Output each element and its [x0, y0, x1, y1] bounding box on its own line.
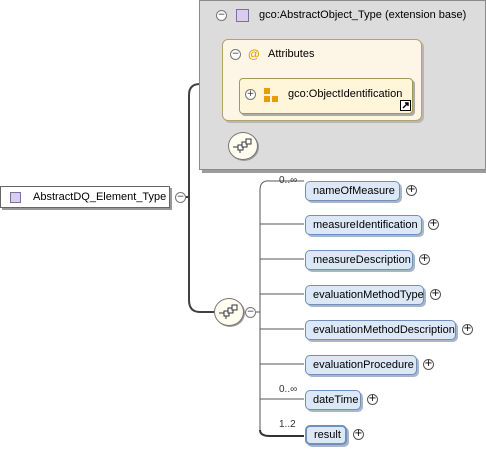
- root-type-label: AbstractDQ_Element_Type: [33, 191, 167, 203]
- link-arrow-icon[interactable]: [400, 100, 411, 111]
- expand-nameOfMeasure-toggle[interactable]: +: [406, 185, 417, 196]
- expand-measureIdentification-toggle[interactable]: +: [428, 219, 439, 230]
- element-measureDescription[interactable]: measureDescription: [305, 250, 413, 270]
- complex-type-icon: [236, 9, 249, 22]
- element-nameOfMeasure[interactable]: nameOfMeasure: [305, 181, 400, 201]
- root-type-node[interactable]: AbstractDQ_Element_Type: [0, 186, 170, 208]
- complex-type-icon: [10, 192, 21, 203]
- element-evaluationMethodType[interactable]: evaluationMethodType: [305, 285, 424, 305]
- attribute-group-expand-toggle[interactable]: +: [245, 89, 256, 100]
- element-result[interactable]: result: [305, 425, 347, 445]
- extension-base-title: gco:AbstractObject_Type (extension base): [259, 9, 467, 21]
- attribute-group-label: gco:ObjectIdentification: [288, 88, 403, 100]
- expand-result-toggle[interactable]: +: [353, 429, 364, 440]
- sequence-compositor-icon[interactable]: [228, 132, 258, 160]
- expand-measureDescription-toggle[interactable]: +: [419, 254, 430, 265]
- attribute-at-icon: @: [248, 47, 260, 61]
- cardinality-label: 1..2: [279, 419, 296, 430]
- extension-collapse-toggle[interactable]: −: [216, 10, 227, 21]
- expand-evaluationMethodDescription-toggle[interactable]: +: [462, 324, 473, 335]
- element-dateTime[interactable]: dateTime: [305, 390, 361, 410]
- expand-evaluationMethodType-toggle[interactable]: +: [430, 289, 441, 300]
- cardinality-label: 0..∞: [279, 175, 298, 186]
- attribute-group-icon: [264, 88, 278, 102]
- sequence-collapse-toggle[interactable]: −: [245, 307, 256, 318]
- attribute-group-node[interactable]: + gco:ObjectIdentification: [239, 78, 413, 114]
- element-evaluationProcedure[interactable]: evaluationProcedure: [305, 355, 417, 375]
- cardinality-label: 0..∞: [279, 384, 298, 395]
- root-collapse-toggle[interactable]: −: [175, 192, 186, 203]
- attributes-label: Attributes: [268, 48, 315, 60]
- expand-evaluationProcedure-toggle[interactable]: +: [423, 359, 434, 370]
- element-evaluationMethodDescription[interactable]: evaluationMethodDescription: [305, 320, 456, 340]
- expand-dateTime-toggle[interactable]: +: [367, 394, 378, 405]
- sequence-compositor-icon[interactable]: [214, 298, 244, 326]
- attributes-collapse-toggle[interactable]: −: [230, 49, 241, 60]
- element-measureIdentification[interactable]: measureIdentification: [305, 215, 422, 235]
